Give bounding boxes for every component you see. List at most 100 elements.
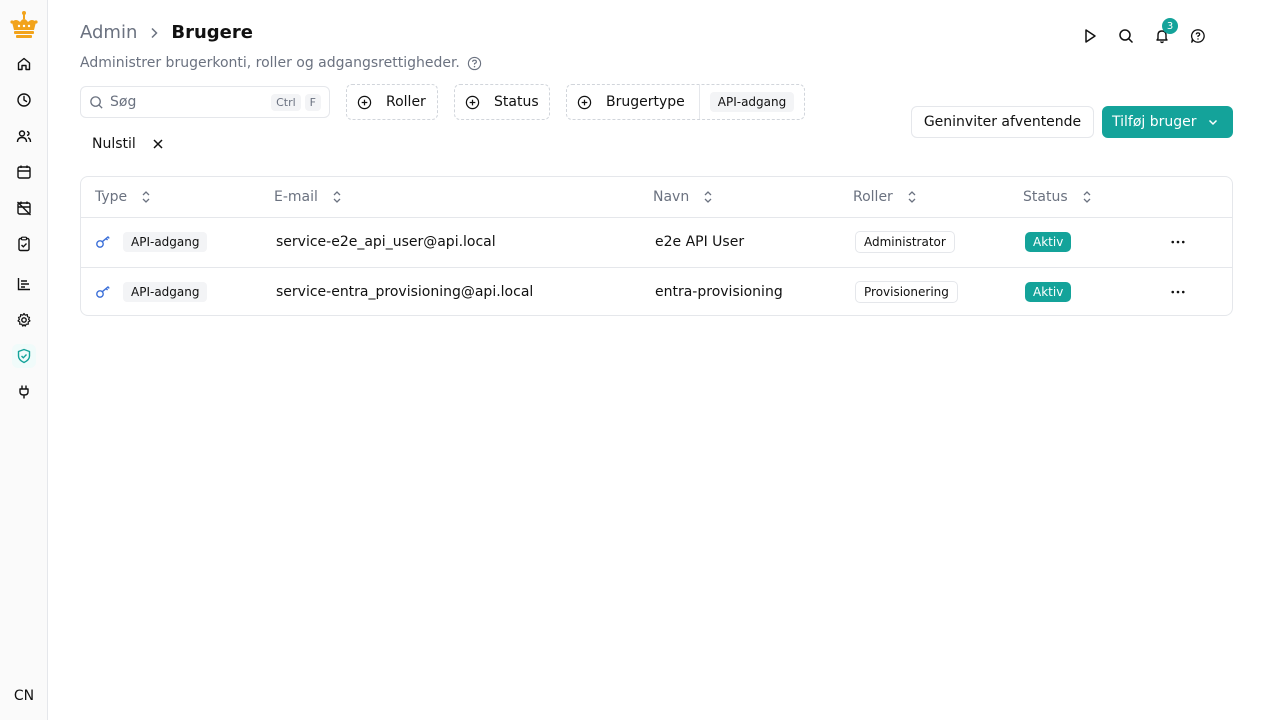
add-user-button[interactable]: Tilføj bruger xyxy=(1102,106,1233,138)
column-header-name-label: Navn xyxy=(653,189,690,205)
role-badge: Administrator xyxy=(855,231,955,253)
status-filter-button[interactable]: Status xyxy=(454,84,550,120)
type-cell: API-adgang xyxy=(95,268,208,315)
add-user-label: Tilføj bruger xyxy=(1112,114,1197,130)
sidebar-item-calendar[interactable] xyxy=(12,160,36,184)
search-button[interactable] xyxy=(1114,26,1138,46)
search-icon xyxy=(1119,29,1134,44)
column-header-status-label: Status xyxy=(1023,189,1068,205)
calendar-icon xyxy=(17,165,31,179)
plus-circle-icon xyxy=(357,95,372,110)
play-button[interactable] xyxy=(1078,26,1102,46)
clock-icon xyxy=(17,93,31,107)
column-header-email-label: E-mail xyxy=(274,189,318,205)
column-header-type[interactable]: Type xyxy=(95,189,151,205)
column-header-roles[interactable]: Roller xyxy=(853,189,917,205)
plus-circle-icon xyxy=(465,95,480,110)
column-header-name[interactable]: Navn xyxy=(653,189,713,205)
page-subtitle: Administrer brugerkonti, roller og adgan… xyxy=(80,55,482,71)
email-cell: service-e2e_api_user@api.local xyxy=(276,234,496,250)
chart-icon xyxy=(17,278,30,291)
home-icon xyxy=(17,57,31,71)
usertype-filter-button[interactable]: Brugertype API-adgang xyxy=(566,84,805,120)
reset-filters-button[interactable]: Nulstil xyxy=(80,130,176,158)
play-icon xyxy=(1085,29,1096,43)
column-header-type-label: Type xyxy=(95,189,128,205)
sidebar-item-settings[interactable] xyxy=(12,308,36,332)
roles-filter-button[interactable]: Roller xyxy=(346,84,438,120)
shortcut-ctrl-key: Ctrl xyxy=(271,93,301,111)
plus-circle-icon xyxy=(577,95,592,110)
more-horizontal-icon xyxy=(1171,290,1185,294)
key-icon xyxy=(96,235,110,248)
app-root: CN Admin Brugere Administrer brugerkonti… xyxy=(0,0,1280,720)
type-chip: API-adgang xyxy=(123,282,208,302)
sidebar-item-home[interactable] xyxy=(12,52,36,76)
help-chat-button[interactable] xyxy=(1186,26,1210,46)
chevron-down-icon xyxy=(1207,116,1219,128)
gear-icon xyxy=(17,312,31,327)
notifications-button[interactable]: 3 xyxy=(1150,18,1178,46)
sidebar-item-reports[interactable] xyxy=(12,272,36,296)
name-cell: entra-provisioning xyxy=(655,284,783,300)
reinvite-pending-button[interactable]: Geninviter afventende xyxy=(911,106,1094,138)
sort-icon xyxy=(907,190,917,204)
close-icon xyxy=(152,138,164,150)
row-actions-button[interactable] xyxy=(1167,232,1189,252)
sidebar-item-clipboard[interactable] xyxy=(12,232,36,256)
usertype-filter-label: Brugertype xyxy=(606,94,685,110)
more-horizontal-icon xyxy=(1171,240,1185,244)
shield-check-icon xyxy=(17,348,31,364)
sidebar-item-integrations[interactable] xyxy=(12,380,36,404)
users-table: Type E-mail Navn Roller Status API-adgan… xyxy=(80,176,1233,316)
search-box[interactable]: Ctrl F xyxy=(80,86,330,118)
email-cell: service-entra_provisioning@api.local xyxy=(276,284,534,300)
roles-cell: Provisionering xyxy=(855,268,958,315)
name-cell: e2e API User xyxy=(655,234,745,250)
table-row[interactable]: API-adgang service-entra_provisioning@ap… xyxy=(81,267,1232,315)
help-circle-icon[interactable] xyxy=(467,56,482,71)
plug-icon xyxy=(19,385,29,399)
status-cell: Aktiv xyxy=(1025,218,1072,266)
sidebar-item-admin[interactable] xyxy=(12,344,36,368)
key-icon xyxy=(96,285,110,298)
column-header-roles-label: Roller xyxy=(853,189,893,205)
type-chip: API-adgang xyxy=(123,232,208,252)
clipboard-check-icon xyxy=(18,236,30,252)
type-cell: API-adgang xyxy=(95,218,208,266)
notification-count-badge: 3 xyxy=(1162,18,1178,34)
search-icon xyxy=(90,95,103,109)
status-badge: Aktiv xyxy=(1025,232,1072,252)
roles-cell: Administrator xyxy=(855,218,955,266)
row-actions-button[interactable] xyxy=(1167,282,1189,302)
roles-filter-label: Roller xyxy=(386,94,426,110)
search-input[interactable] xyxy=(110,94,268,110)
sidebar-item-calendar-off[interactable] xyxy=(12,196,36,220)
sidebar-item-users[interactable] xyxy=(12,124,36,148)
breadcrumb-admin-link[interactable]: Admin xyxy=(80,22,137,43)
page-title: Brugere xyxy=(171,22,253,43)
sort-icon xyxy=(141,190,151,204)
sort-icon xyxy=(1082,190,1092,204)
breadcrumb: Admin Brugere xyxy=(80,22,253,43)
status-filter-label: Status xyxy=(494,94,539,110)
divider xyxy=(698,85,700,119)
avatar[interactable]: CN xyxy=(8,682,40,710)
column-header-email[interactable]: E-mail xyxy=(274,189,342,205)
calendar-off-icon xyxy=(17,201,31,216)
message-question-icon xyxy=(1191,29,1205,43)
reset-label: Nulstil xyxy=(92,136,136,152)
sidebar-item-history[interactable] xyxy=(12,88,36,112)
status-cell: Aktiv xyxy=(1025,268,1072,315)
table-row[interactable]: API-adgang service-e2e_api_user@api.loca… xyxy=(81,218,1232,267)
table-header: Type E-mail Navn Roller Status xyxy=(81,177,1232,218)
crown-logo-icon[interactable] xyxy=(8,10,40,40)
users-icon xyxy=(16,130,32,143)
usertype-selected-chip: API-adgang xyxy=(709,92,795,112)
role-badge: Provisionering xyxy=(855,281,958,303)
status-badge: Aktiv xyxy=(1025,282,1072,302)
sidebar: CN xyxy=(0,0,48,720)
header-actions: 3 xyxy=(1078,18,1222,46)
page-subtitle-text: Administrer brugerkonti, roller og adgan… xyxy=(80,55,460,71)
column-header-status[interactable]: Status xyxy=(1023,189,1092,205)
